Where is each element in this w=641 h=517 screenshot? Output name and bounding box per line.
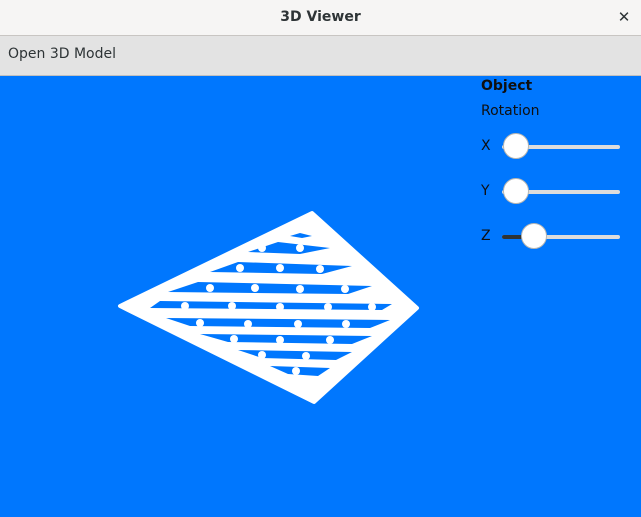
- model-dot: [276, 336, 284, 344]
- object-panel: Object Rotation X Y Z: [472, 76, 632, 276]
- model-dot: [206, 284, 214, 292]
- wireframe-model: [118, 211, 419, 404]
- rotation-z-label: Z: [481, 228, 491, 244]
- object-heading: Object: [481, 78, 533, 94]
- open-3d-model-button[interactable]: Open 3D Model: [8, 46, 116, 62]
- model-dot: [196, 319, 204, 327]
- window-title: 3D Viewer: [280, 9, 361, 25]
- rotation-heading: Rotation: [481, 103, 540, 119]
- model-dot: [294, 320, 302, 328]
- model-dot: [228, 302, 236, 310]
- rotation-x-slider[interactable]: [502, 133, 620, 161]
- model-dot: [324, 303, 332, 311]
- model-dot: [368, 303, 376, 311]
- toolbar: Open 3D Model: [0, 36, 641, 76]
- model-dot: [258, 351, 266, 359]
- rotation-y-label: Y: [481, 183, 490, 199]
- rotation-y-slider[interactable]: [502, 178, 620, 206]
- model-dot: [244, 320, 252, 328]
- app-window: 3D Viewer ✕ Open 3D Model Object Rotatio…: [0, 0, 641, 517]
- model-dot: [230, 335, 238, 343]
- slider-knob[interactable]: [521, 223, 547, 249]
- model-dot: [181, 302, 189, 310]
- model-dot: [276, 264, 284, 272]
- model-dot: [258, 244, 266, 252]
- slider-knob[interactable]: [503, 178, 529, 204]
- rotation-z-slider[interactable]: [502, 223, 620, 251]
- model-dot: [236, 264, 244, 272]
- model-dot: [316, 265, 324, 273]
- model-dot: [341, 285, 349, 293]
- model-dot: [302, 352, 310, 360]
- titlebar: 3D Viewer ✕: [0, 0, 641, 36]
- slider-knob[interactable]: [503, 133, 529, 159]
- close-icon[interactable]: ✕: [613, 6, 635, 28]
- model-dot: [276, 303, 284, 311]
- model-dot: [326, 336, 334, 344]
- rotation-x-label: X: [481, 138, 491, 154]
- model-dot: [296, 244, 304, 252]
- model-dot: [296, 285, 304, 293]
- model-dot: [292, 367, 300, 375]
- model-dot: [251, 284, 259, 292]
- model-dot: [342, 320, 350, 328]
